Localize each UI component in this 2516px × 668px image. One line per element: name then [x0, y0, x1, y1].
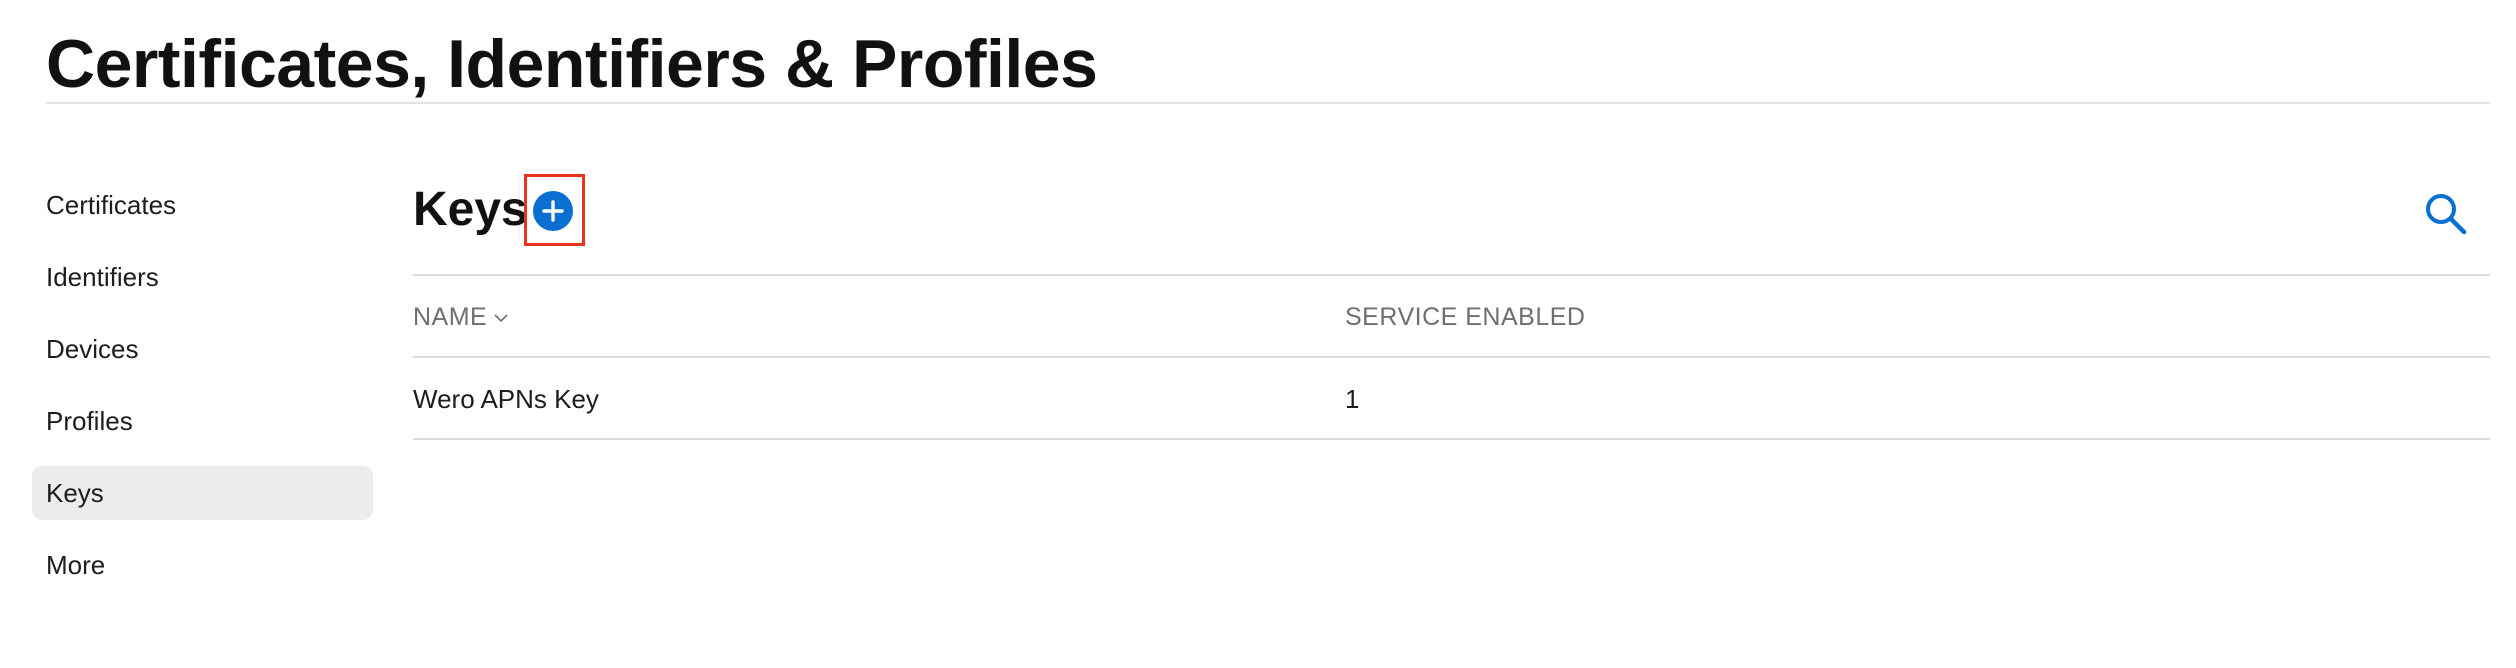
section-heading: Keys — [413, 183, 528, 236]
key-name-cell[interactable]: Wero APNs Key — [413, 382, 599, 416]
search-button[interactable] — [2422, 190, 2470, 238]
sidebar-item-profiles[interactable]: Profiles — [32, 394, 373, 448]
page: Certificates, Identifiers & Profiles Cer… — [0, 0, 2516, 668]
search-icon — [2426, 194, 2467, 235]
chevron-down-icon — [493, 298, 509, 332]
sidebar-item-certificates[interactable]: Certificates — [32, 178, 373, 232]
sidebar-item-devices[interactable]: Devices — [32, 322, 373, 376]
table-row-divider — [413, 438, 2490, 440]
add-key-button[interactable] — [533, 191, 573, 231]
sidebar: Certificates Identifiers Devices Profile… — [32, 178, 373, 610]
plus-circle-icon — [542, 200, 564, 222]
title-divider — [46, 102, 2490, 104]
page-title: Certificates, Identifiers & Profiles — [46, 26, 1098, 102]
sidebar-item-more[interactable]: More — [32, 538, 373, 592]
table-top-divider — [413, 274, 2490, 276]
service-enabled-cell: 1 — [1345, 384, 1360, 414]
table-row[interactable] — [413, 358, 2490, 438]
sidebar-item-identifiers[interactable]: Identifiers — [32, 250, 373, 304]
column-header-name[interactable]: NAME — [413, 300, 509, 335]
column-header-name-label: NAME — [413, 303, 488, 331]
column-header-service-enabled: SERVICE ENABLED — [1345, 303, 1586, 331]
sidebar-item-keys[interactable]: Keys — [32, 466, 373, 520]
